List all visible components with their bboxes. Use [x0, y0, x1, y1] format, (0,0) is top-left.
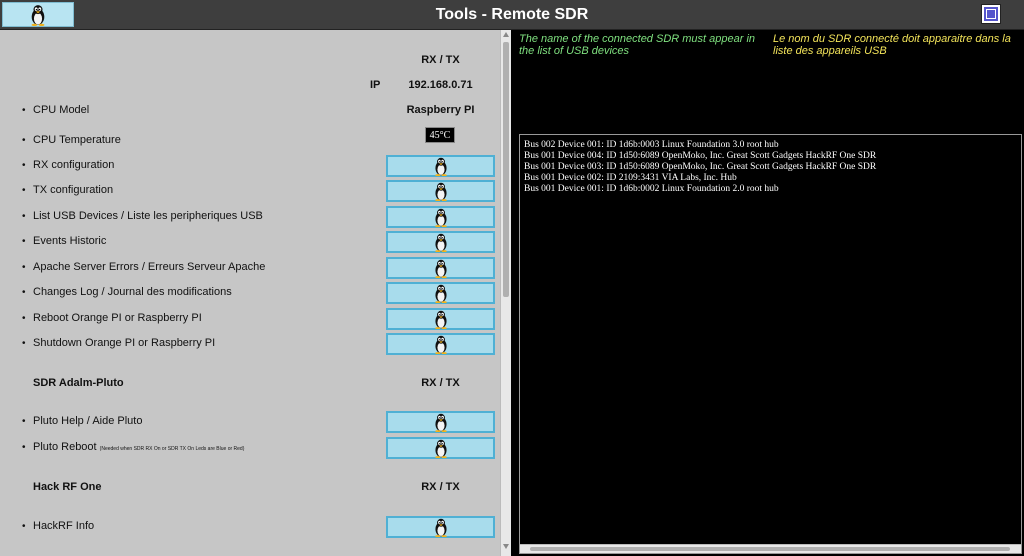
console-line: Bus 001 Device 001: ID 1d6b:0002 Linux F… — [524, 184, 779, 194]
changes-log-label: Changes Log / Journal des modifications — [33, 286, 232, 298]
pluto-reboot-note: (Needed when SDR RX On or SDR TX On Leds… — [99, 446, 245, 452]
tux-penguin-icon — [433, 259, 449, 278]
console-line: Bus 002 Device 001: ID 1d6b:0003 Linux F… — [524, 140, 779, 150]
list-item-hackrf-info: • HackRF Info — [0, 516, 500, 538]
bullet: • — [22, 185, 26, 196]
tux-penguin-icon — [433, 439, 449, 458]
cpu-model-row: • CPU Model Raspberry PI — [0, 100, 500, 122]
title-bar: Tools - Remote SDR — [0, 0, 1024, 30]
list-item-shutdown-pi: • Shutdown Orange PI or Raspberry PI — [0, 333, 500, 355]
rxtx-heading: RX / TX — [421, 54, 460, 66]
apache-errors-button[interactable] — [386, 257, 495, 279]
pluto-rxtx-heading: RX / TX — [421, 377, 460, 389]
hackrf-info-label: HackRF Info — [33, 520, 95, 532]
bullet: • — [22, 262, 26, 273]
console-scroll-thumb[interactable] — [530, 547, 1010, 551]
bullet: • — [22, 211, 26, 222]
pluto-reboot-text: Pluto Reboot — [33, 441, 97, 453]
tux-penguin-icon — [433, 157, 449, 176]
left-panel-scrollbar[interactable] — [500, 30, 511, 556]
hackrf-section-header: Hack RF One RX / TX — [0, 477, 500, 499]
hackrf-section-title: Hack RF One — [33, 481, 102, 493]
shutdown-pi-button[interactable] — [386, 333, 495, 355]
scroll-down-arrow-icon[interactable] — [503, 544, 509, 549]
bullet: • — [22, 287, 26, 298]
pluto-section-title: SDR Adalm-Pluto — [33, 377, 124, 389]
tux-penguin-icon — [433, 284, 449, 303]
usb-devices-console[interactable]: Bus 002 Device 001: ID 1d6b:0003 Linux F… — [519, 134, 1022, 554]
list-item-usb-devices: • List USB Devices / Liste les peripheri… — [0, 206, 500, 228]
list-item-pluto-reboot: • Pluto Reboot (Needed when SDR RX On or… — [0, 437, 500, 459]
list-item-pluto-help: • Pluto Help / Aide Pluto — [0, 411, 500, 433]
cpu-model-label: CPU Model — [33, 104, 90, 116]
rxtx-header-row: RX / TX — [0, 50, 500, 72]
tux-penguin-icon — [29, 4, 47, 26]
events-historic-button[interactable] — [386, 231, 495, 253]
ip-value: 192.168.0.71 — [408, 79, 473, 91]
tux-penguin-icon — [433, 335, 449, 354]
changes-log-button[interactable] — [386, 282, 495, 304]
home-logo-button[interactable] — [2, 2, 74, 27]
cpu-temp-label: CPU Temperature — [33, 134, 121, 146]
pluto-reboot-button[interactable] — [386, 437, 495, 459]
console-line: Bus 001 Device 002: ID 2109:3431 VIA Lab… — [524, 173, 737, 183]
info-text-fr: Le nom du SDR connecté doit apparaitre d… — [773, 33, 1011, 57]
bullet: • — [22, 135, 26, 146]
output-panel: The name of the connected SDR must appea… — [511, 30, 1024, 556]
bullet: • — [22, 105, 26, 116]
list-item-rx-config: • RX configuration — [0, 155, 500, 177]
scroll-up-arrow-icon[interactable] — [503, 32, 509, 37]
tux-penguin-icon — [433, 310, 449, 329]
pluto-section-header: SDR Adalm-Pluto RX / TX — [0, 373, 500, 395]
usb-devices-button[interactable] — [386, 206, 495, 228]
list-item-reboot-pi: • Reboot Orange PI or Raspberry PI — [0, 308, 500, 330]
tux-penguin-icon — [433, 518, 449, 537]
console-line: Bus 001 Device 004: ID 1d50:6089 OpenMok… — [524, 151, 877, 161]
shutdown-pi-label: Shutdown Orange PI or Raspberry PI — [33, 337, 216, 349]
window-toggle-button[interactable] — [981, 4, 1001, 24]
console-horizontal-scrollbar[interactable] — [520, 544, 1021, 553]
pluto-help-button[interactable] — [386, 411, 495, 433]
list-item-events-historic: • Events Historic — [0, 231, 500, 253]
bullet: • — [22, 442, 26, 453]
pluto-help-label: Pluto Help / Aide Pluto — [33, 415, 143, 427]
tx-config-label: TX configuration — [33, 184, 114, 196]
ip-label: IP — [370, 79, 381, 91]
rx-config-label: RX configuration — [33, 159, 115, 171]
info-text-en: The name of the connected SDR must appea… — [519, 33, 756, 57]
list-item-tx-config: • TX configuration — [0, 180, 500, 202]
tx-config-button[interactable] — [386, 180, 495, 202]
reboot-pi-label: Reboot Orange PI or Raspberry PI — [33, 312, 202, 324]
tux-penguin-icon — [433, 413, 449, 432]
bullet: • — [22, 313, 26, 324]
bullet: • — [22, 521, 26, 532]
usb-devices-label: List USB Devices / Liste les peripheriqu… — [33, 210, 263, 222]
console-line: Bus 001 Device 003: ID 1d50:6089 OpenMok… — [524, 162, 877, 172]
page-title: Tools - Remote SDR — [435, 6, 589, 23]
rx-config-button[interactable] — [386, 155, 495, 177]
events-historic-label: Events Historic — [33, 235, 107, 247]
bullet: • — [22, 236, 26, 247]
hackrf-rxtx-heading: RX / TX — [421, 481, 460, 493]
cpu-model-value: Raspberry PI — [406, 104, 475, 116]
bullet: • — [22, 416, 26, 427]
pluto-reboot-label: Pluto Reboot (Needed when SDR RX On or S… — [33, 441, 244, 453]
hackrf-info-button[interactable] — [386, 516, 495, 538]
cpu-temp-row: • CPU Temperature 45°C — [0, 127, 500, 149]
ip-row: IP 192.168.0.71 — [0, 75, 500, 97]
list-item-changes-log: • Changes Log / Journal des modification… — [0, 282, 500, 304]
bullet: • — [22, 160, 26, 171]
tools-panel: RX / TX IP 192.168.0.71 • CPU Model Rasp… — [0, 30, 500, 556]
tux-penguin-icon — [433, 182, 449, 201]
scroll-thumb[interactable] — [503, 42, 509, 297]
tux-penguin-icon — [433, 233, 449, 252]
list-item-apache-errors: • Apache Server Errors / Erreurs Serveur… — [0, 257, 500, 279]
cpu-temp-badge: 45°C — [425, 127, 455, 143]
bullet: • — [22, 338, 26, 349]
reboot-pi-button[interactable] — [386, 308, 495, 330]
window-square-icon — [986, 9, 996, 19]
tux-penguin-icon — [433, 208, 449, 227]
apache-errors-label: Apache Server Errors / Erreurs Serveur A… — [33, 261, 266, 273]
